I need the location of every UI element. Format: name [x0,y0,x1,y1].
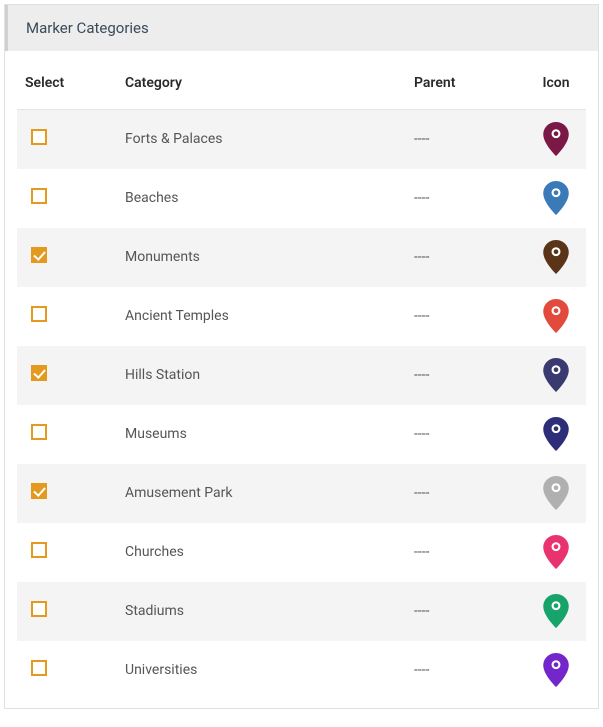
table-row: Museums---- [17,405,586,464]
cell-select [17,346,117,405]
cell-category: Stadiums [117,582,406,641]
cell-parent: ---- [406,169,526,228]
col-category: Category [117,65,406,110]
cell-select [17,582,117,641]
table-row: Forts & Palaces---- [17,110,586,169]
map-pin-icon [543,417,569,451]
cell-parent: ---- [406,582,526,641]
select-checkbox[interactable] [31,424,47,440]
col-parent: Parent [406,65,526,110]
cell-icon [526,346,586,405]
table-row: Universities---- [17,641,586,700]
categories-table: Select Category Parent Icon Forts & Pala… [17,65,586,700]
map-pin-icon [543,181,569,215]
select-checkbox[interactable] [31,542,47,558]
map-pin-icon [543,299,569,333]
map-pin-icon [543,122,569,156]
cell-icon [526,110,586,169]
cell-parent: ---- [406,110,526,169]
map-pin-icon [543,240,569,274]
cell-select [17,405,117,464]
cell-icon [526,582,586,641]
cell-parent: ---- [406,287,526,346]
cell-select [17,110,117,169]
select-checkbox[interactable] [31,247,47,263]
cell-select [17,641,117,700]
cell-parent: ---- [406,523,526,582]
select-checkbox[interactable] [31,188,47,204]
table-row: Churches---- [17,523,586,582]
select-checkbox[interactable] [31,306,47,322]
map-pin-icon [543,653,569,687]
cell-icon [526,228,586,287]
cell-parent: ---- [406,405,526,464]
cell-category: Churches [117,523,406,582]
cell-select [17,523,117,582]
map-pin-icon [543,358,569,392]
cell-select [17,228,117,287]
cell-icon [526,405,586,464]
cell-select [17,287,117,346]
cell-parent: ---- [406,641,526,700]
cell-parent: ---- [406,464,526,523]
cell-icon [526,641,586,700]
map-pin-icon [543,476,569,510]
select-checkbox[interactable] [31,660,47,676]
select-checkbox[interactable] [31,601,47,617]
select-checkbox[interactable] [31,129,47,145]
table-row: Monuments---- [17,228,586,287]
cell-category: Universities [117,641,406,700]
cell-category: Ancient Temples [117,287,406,346]
marker-categories-panel: Marker Categories Select Category Parent… [4,4,599,709]
cell-category: Beaches [117,169,406,228]
col-select: Select [17,65,117,110]
cell-icon [526,287,586,346]
map-pin-icon [543,535,569,569]
table-row: Beaches---- [17,169,586,228]
panel-title: Marker Categories [5,5,598,51]
cell-category: Museums [117,405,406,464]
col-icon: Icon [526,65,586,110]
cell-select [17,169,117,228]
cell-category: Forts & Palaces [117,110,406,169]
table-header-row: Select Category Parent Icon [17,65,586,110]
table-row: Hills Station---- [17,346,586,405]
cell-parent: ---- [406,228,526,287]
cell-parent: ---- [406,346,526,405]
table-row: Ancient Temples---- [17,287,586,346]
cell-category: Monuments [117,228,406,287]
cell-icon [526,169,586,228]
cell-icon [526,464,586,523]
cell-icon [526,523,586,582]
table-row: Stadiums---- [17,582,586,641]
table-row: Amusement Park---- [17,464,586,523]
select-checkbox[interactable] [31,483,47,499]
cell-category: Amusement Park [117,464,406,523]
table-container: Select Category Parent Icon Forts & Pala… [5,51,598,708]
map-pin-icon [543,594,569,628]
cell-select [17,464,117,523]
select-checkbox[interactable] [31,365,47,381]
cell-category: Hills Station [117,346,406,405]
